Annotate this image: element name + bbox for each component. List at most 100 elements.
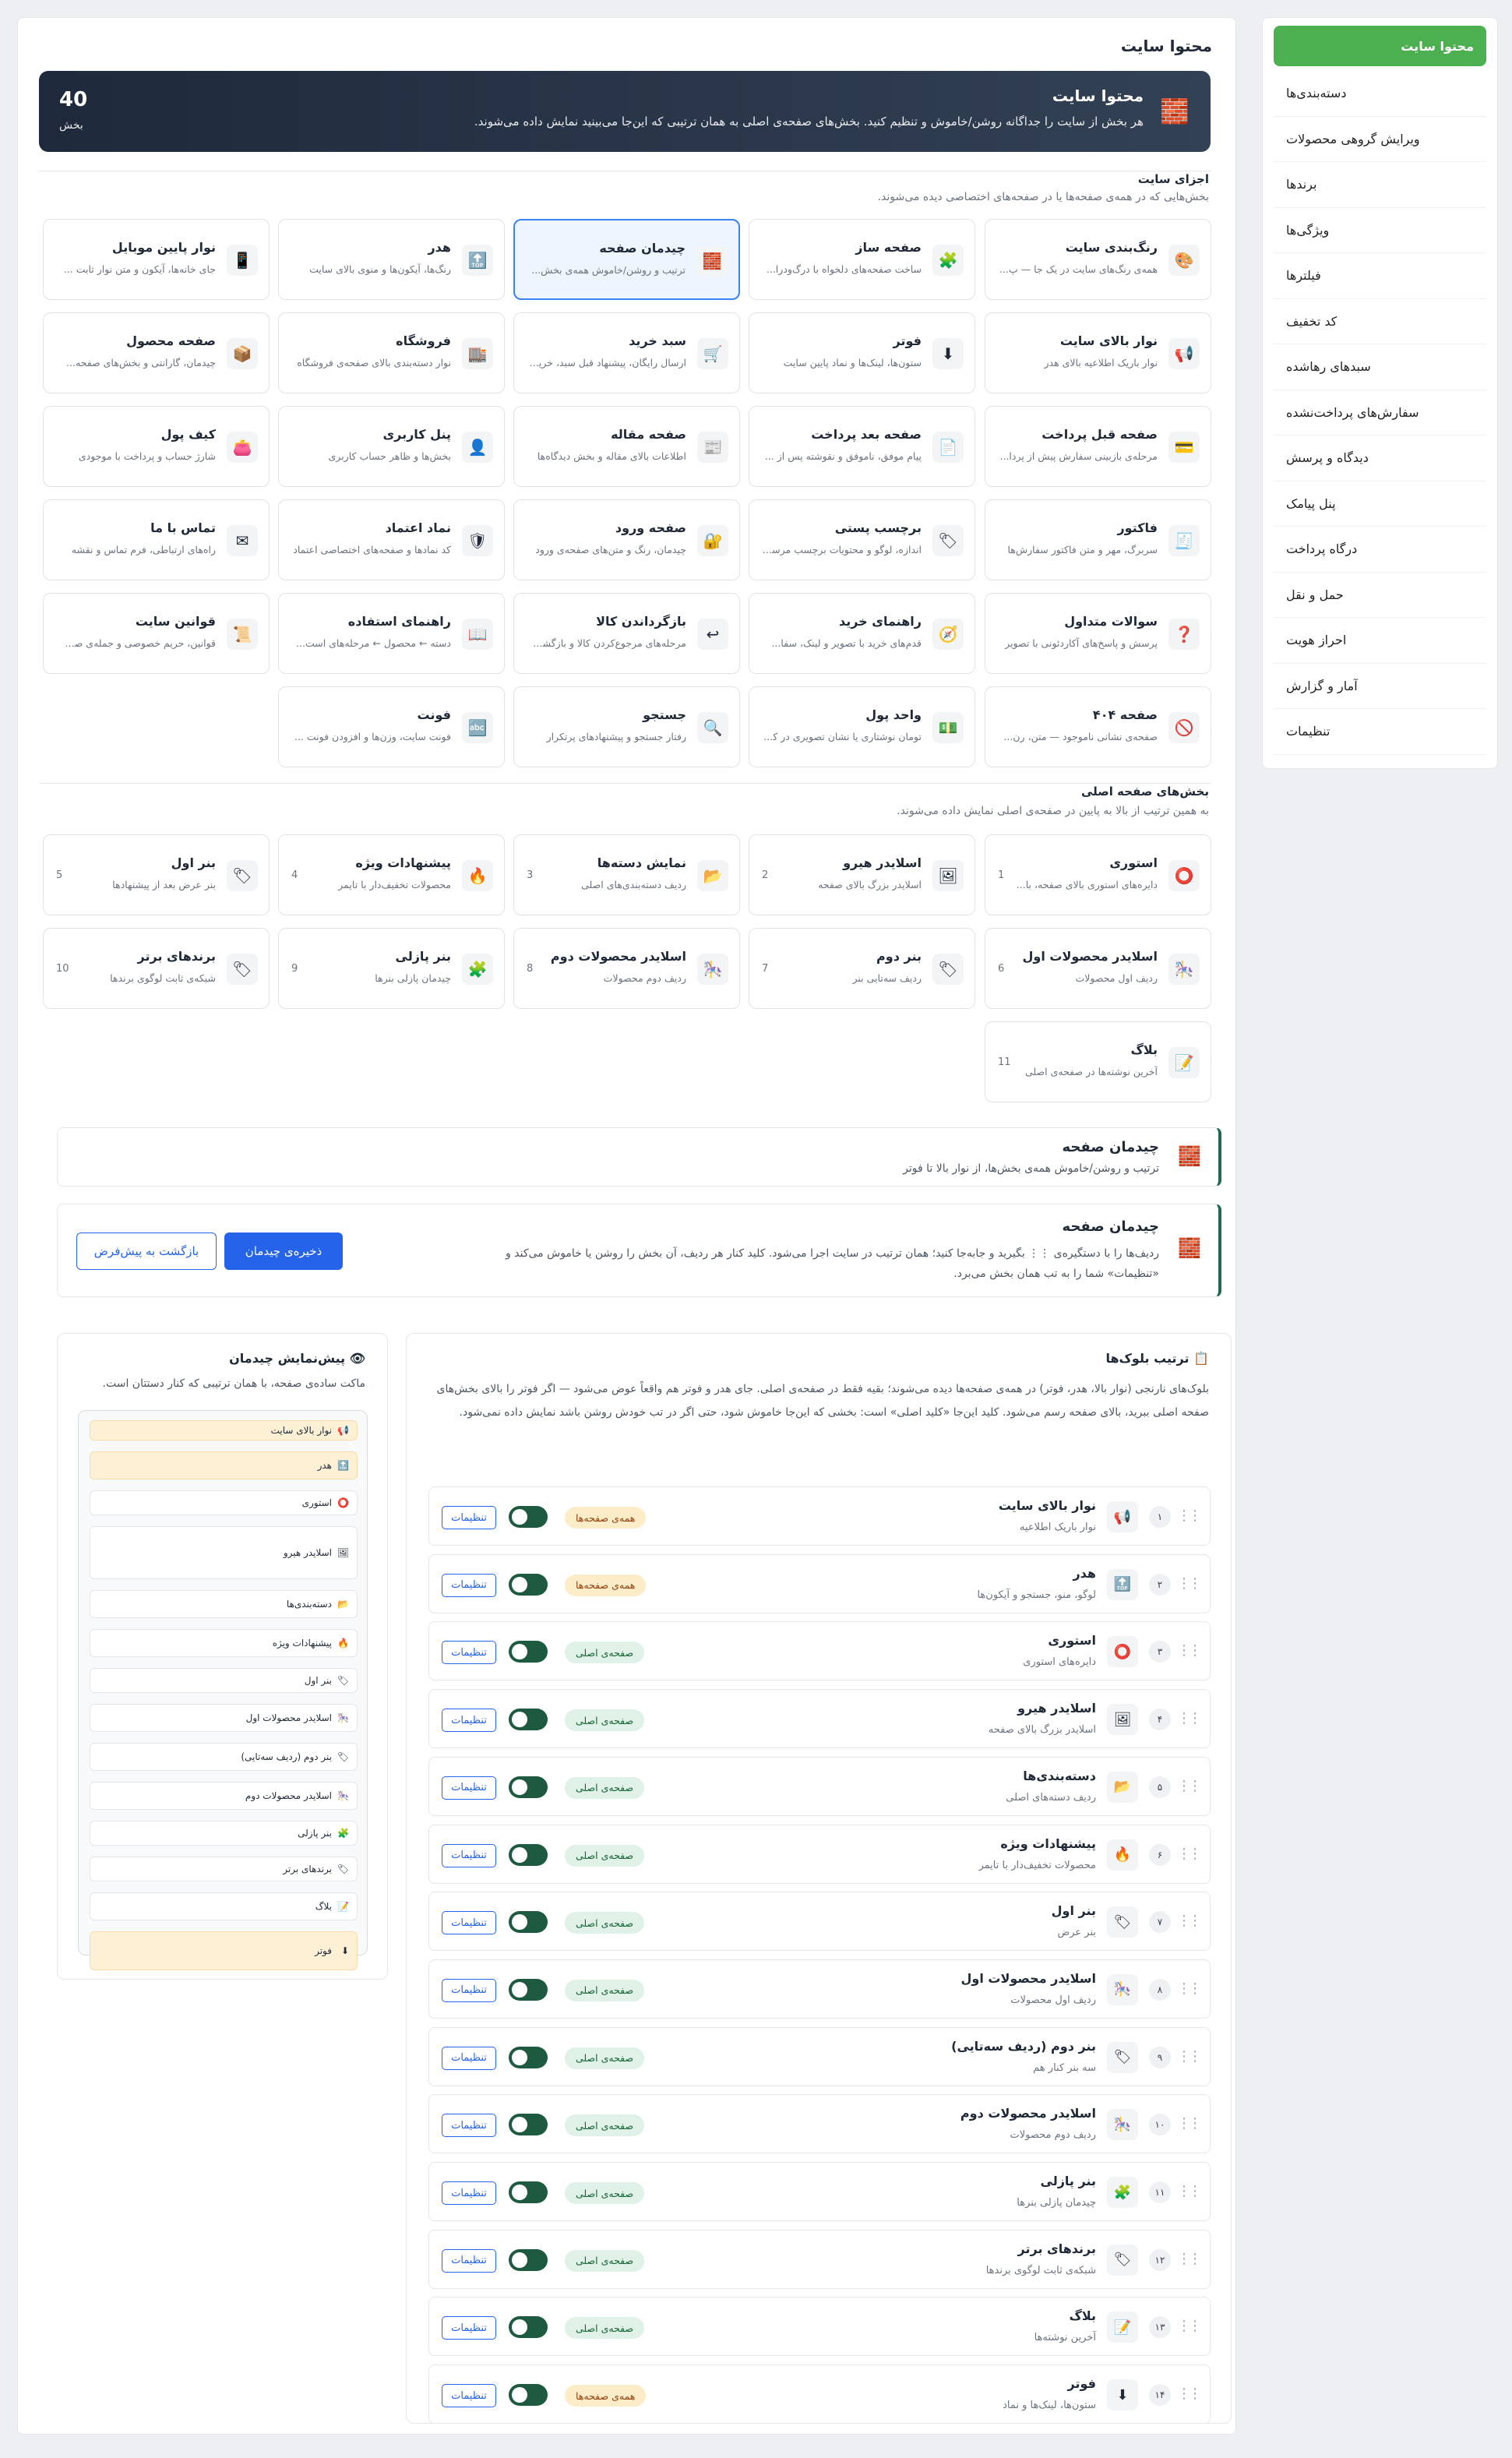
drag-handle-icon[interactable]: ⋮⋮ <box>1177 1710 1202 1726</box>
settings-button[interactable]: تنظیمات <box>442 1843 496 1867</box>
drag-handle-icon[interactable]: ⋮⋮ <box>1177 2183 1202 2199</box>
block-toggle[interactable] <box>509 2046 548 2068</box>
sidebar-item[interactable]: ویژگی‌ها <box>1274 208 1486 253</box>
section-card[interactable]: 🛡 نماد اعتماد کد نمادها و صفحه‌های اختصاصی… <box>278 499 505 580</box>
section-card[interactable]: 📜 قوانین سایت قوانین، حریم خصوصی و جمله‌ی … <box>43 593 270 674</box>
section-card[interactable]: 🚫 صفحه ۴۰۴ صفحه‌ی نشانی نامو‌جود — متن، رن… <box>985 686 1211 767</box>
section-card[interactable]: ❓ سوالات متداول پرسش و پاسخ‌های آکاردئونی … <box>985 593 1211 674</box>
drag-handle-icon[interactable]: ⋮⋮ <box>1177 1980 1202 1997</box>
sidebar-item[interactable]: کد تخفیف <box>1274 299 1486 344</box>
block-row[interactable]: ⋮⋮ ۱۴ ⬇ فوتر ستون‌ها، لینک‌ها و نماد همه‌ی صف… <box>428 2365 1211 2424</box>
settings-button[interactable]: تنظیمات <box>442 1641 496 1665</box>
block-toggle[interactable] <box>509 2316 548 2339</box>
settings-button[interactable]: تنظیمات <box>442 1709 496 1733</box>
block-row[interactable]: ⋮⋮ ۱۲ 🏷 برندهای برتر شبکه‌ی ثابت لوگوی برنده… <box>428 2229 1211 2289</box>
drag-handle-icon[interactable]: ⋮⋮ <box>1177 2386 1202 2402</box>
section-card[interactable]: 🔍 جستجو رفتار جستجو و پیشنهادهای پرتکرار <box>513 686 740 767</box>
sidebar-item[interactable]: درگاه پرداخت <box>1274 527 1486 573</box>
sidebar-item[interactable]: دیدگاه و پرسش <box>1274 436 1486 481</box>
section-card[interactable]: 🧩 بنر پازلی چیدمان پازلی بنرها 9 <box>278 928 505 1009</box>
block-row[interactable]: ⋮⋮ ۵ 📂 دسته‌بندی‌ها ردیف دسته‌های اصلی صفحه‌ی… <box>428 1756 1211 1816</box>
drag-handle-icon[interactable]: ⋮⋮ <box>1177 2318 1202 2334</box>
block-toggle[interactable] <box>509 1641 548 1663</box>
block-toggle[interactable] <box>509 1709 548 1731</box>
section-card[interactable]: ✉ تماس با ما راه‌های ارتباطی، فرم تماس و ن… <box>43 499 270 580</box>
drag-handle-icon[interactable]: ⋮⋮ <box>1177 1508 1202 1524</box>
block-row[interactable]: ⋮⋮ ۲ 🔝 هدر لوگو، منو، جستجو و آیکون‌ها همه‌ی … <box>428 1553 1211 1613</box>
settings-button[interactable]: تنظیمات <box>442 2248 496 2273</box>
section-card[interactable]: 🧭 راهنمای خرید قدم‌های خرید با تصویر و لین… <box>749 593 975 674</box>
section-card[interactable]: 📄 صفحه بعد پرداخت پیام موفق، ناموفق و نقوش… <box>749 406 975 487</box>
block-row[interactable]: ⋮⋮ ۸ 🎠 اسلایدر محصولات اول ردیف اول محصولات ص… <box>428 1959 1211 2019</box>
block-row[interactable]: ⋮⋮ ۱۰ 🎠 اسلایدر محصولات دوم ردیف دوم محصولات… <box>428 2094 1211 2154</box>
block-toggle[interactable] <box>509 1978 548 2001</box>
block-toggle[interactable] <box>509 2181 548 2203</box>
section-card[interactable]: 📦 صفحه محصول چیدمان، گارانتی و بخش‌های صفح… <box>43 312 270 393</box>
section-card[interactable]: 🏬 فروشگاه نوار دسته‌بندی بالای صفحه‌ی فروش… <box>278 312 505 393</box>
section-card[interactable]: 💳 صفحه قبل پرداخت مرحله‌ی بازبینی سفارش پی… <box>985 406 1211 487</box>
section-card[interactable]: 📖 راهنمای استفاده دسته ← محصول ← مرحله‌های… <box>278 593 505 674</box>
sidebar-item[interactable]: فیلترها <box>1274 253 1486 299</box>
section-card[interactable]: 🎠 اسلایدر محصولات دوم ردیف دوم محصولات 8 <box>513 928 740 1009</box>
section-card[interactable]: 👤 پنل کاربری بخش‌ها و ظاهر حساب کاربری <box>278 406 505 487</box>
settings-button[interactable]: تنظیمات <box>442 2114 496 2138</box>
sidebar-item[interactable]: آمار و گزارش <box>1274 664 1486 709</box>
section-card[interactable]: 🖼 اسلایدر هیرو اسلایدر بزرگ بالای صفحه 2 <box>749 834 975 915</box>
block-toggle[interactable] <box>509 2248 548 2271</box>
settings-button[interactable]: تنظیمات <box>442 1978 496 2002</box>
settings-button[interactable]: تنظیمات <box>442 1776 496 1800</box>
drag-handle-icon[interactable]: ⋮⋮ <box>1177 2115 1202 2132</box>
block-row[interactable]: ⋮⋮ ۱ 📢 نوار بالای سایت نوار باریک اطلاعیه همه… <box>428 1486 1211 1546</box>
section-card[interactable]: 🔥 پیشنهادات ویژه محصولات تخفیف‌دار با تایم… <box>278 834 505 915</box>
section-card[interactable]: ⬇ فوتر ستون‌ها، لینک‌ها و نماد پایین سایت <box>749 312 975 393</box>
sidebar-item[interactable]: برندها <box>1274 162 1486 208</box>
section-card[interactable]: 🏷 برندهای برتر شبکه‌ی ثابت لوگوی برندها 10 <box>43 928 270 1009</box>
block-row[interactable]: ⋮⋮ ۴ 🖼 اسلایدر هیرو اسلایدر بزرگ بالای صفحه ص… <box>428 1689 1211 1749</box>
save-layout-button[interactable]: ذخیره‌ی چیدمان <box>224 1233 343 1270</box>
settings-button[interactable]: تنظیمات <box>442 2181 496 2205</box>
block-row[interactable]: ⋮⋮ ۳ ⭕ استوری دایره‌های استوری صفحه‌ی اصلی تنظ… <box>428 1621 1211 1681</box>
settings-button[interactable]: تنظیمات <box>442 1911 496 1935</box>
drag-handle-icon[interactable]: ⋮⋮ <box>1177 1642 1202 1659</box>
section-card[interactable]: 💵 واحد پول تومان نوشتاری یا نشان تصویری در… <box>749 686 975 767</box>
block-row[interactable]: ⋮⋮ ۱۳ 📝 بلاگ آخرین نوشته‌ها صفحه‌ی اصلی تنظیما… <box>428 2297 1211 2357</box>
section-card[interactable]: ↩ بازگرداندن کالا مرحله‌های مرجوع‌کردن کال… <box>513 593 740 674</box>
section-card[interactable]: 🔐 صفحه ورود چیدمان، رنگ و متن‌های صفحه‌ی و… <box>513 499 740 580</box>
section-card[interactable]: 🧾 فاکتور سربرگ، مهر و متن فاکتور سفارش‌ها <box>985 499 1211 580</box>
section-card[interactable]: 🎠 اسلایدر محصولات اول ردیف اول محصولات 6 <box>985 928 1211 1009</box>
block-toggle[interactable] <box>509 1911 548 1934</box>
section-card[interactable]: 🏷 بنر اول بنر عرض بعد از پیشنهادها 5 <box>43 834 270 915</box>
sidebar-item[interactable]: احراز هویت <box>1274 618 1486 664</box>
settings-button[interactable]: تنظیمات <box>442 2046 496 2070</box>
sidebar-item[interactable]: سبدهای رهاشده <box>1274 344 1486 390</box>
settings-button[interactable]: تنظیمات <box>442 1506 496 1529</box>
section-card[interactable]: 🛒 سبد خرید ارسال رایگان، پیشنهاد قبل سبد، … <box>513 312 740 393</box>
section-card[interactable]: 🧱 چیدمان صفحه ترتیب و روشن/خاموش همه‌ی بخش… <box>513 219 740 300</box>
settings-button[interactable]: تنظیمات <box>442 1573 496 1597</box>
section-card[interactable]: 📝 بلاگ آخرین نوشته‌ها در صفحه‌ی اصلی 11 <box>985 1021 1211 1102</box>
drag-handle-icon[interactable]: ⋮⋮ <box>1177 1846 1202 1862</box>
sidebar-item[interactable]: حمل و نقل <box>1274 573 1486 618</box>
section-card[interactable]: 📢 نوار بالای سایت نوار باریک اطلاعیه بالای… <box>985 312 1211 393</box>
settings-button[interactable]: تنظیمات <box>442 2384 496 2408</box>
section-card[interactable]: 🏷 بنر دوم ردیف سه‌تایی بنر 7 <box>749 928 975 1009</box>
block-row[interactable]: ⋮⋮ ۶ 🔥 پیشنهادات ویژه محصولات تخفیف‌دار با ت… <box>428 1824 1211 1884</box>
block-toggle[interactable] <box>509 1506 548 1528</box>
section-card[interactable]: 🧩 صفحه ساز ساخت صفحه‌های دلخواه با درگ‌ودر… <box>749 219 975 300</box>
drag-handle-icon[interactable]: ⋮⋮ <box>1177 2048 1202 2065</box>
sidebar-item[interactable]: سفارش‌های پرداخت‌نشده <box>1274 390 1486 436</box>
block-toggle[interactable] <box>509 2114 548 2136</box>
sidebar-item[interactable]: محتوا سایت <box>1274 26 1486 66</box>
drag-handle-icon[interactable]: ⋮⋮ <box>1177 1913 1202 1929</box>
block-row[interactable]: ⋮⋮ ۹ 🏷 بنر دوم (ردیف سه‌تایی) سه بنر کنار هم… <box>428 2026 1211 2086</box>
block-toggle[interactable] <box>509 1843 548 1866</box>
section-card[interactable]: 🏷 برچسب پستی اندازه، لوگو و محتویات برچسب … <box>749 499 975 580</box>
block-row[interactable]: ⋮⋮ ۷ 🏷 بنر اول بنر عرض صفحه‌ی اصلی تنظیمات <box>428 1892 1211 1952</box>
drag-handle-icon[interactable]: ⋮⋮ <box>1177 1778 1202 1794</box>
section-card[interactable]: 👛 کیف پول شارژ حساب و پرداخت با موجودی <box>43 406 270 487</box>
section-card[interactable]: 📱 نوار پایین موبایل جای خانه‌ها، آیکون و م… <box>43 219 270 300</box>
section-card[interactable]: 🎨 رنگ‌بندی سایت همه‌ی رنگ‌های سایت در یک ج… <box>985 219 1211 300</box>
sidebar-item[interactable]: تنظیمات <box>1274 709 1486 755</box>
section-card[interactable]: 📰 صفحه مقاله اطلاعات بالای مقاله و بخش دید… <box>513 406 740 487</box>
drag-handle-icon[interactable]: ⋮⋮ <box>1177 1575 1202 1592</box>
